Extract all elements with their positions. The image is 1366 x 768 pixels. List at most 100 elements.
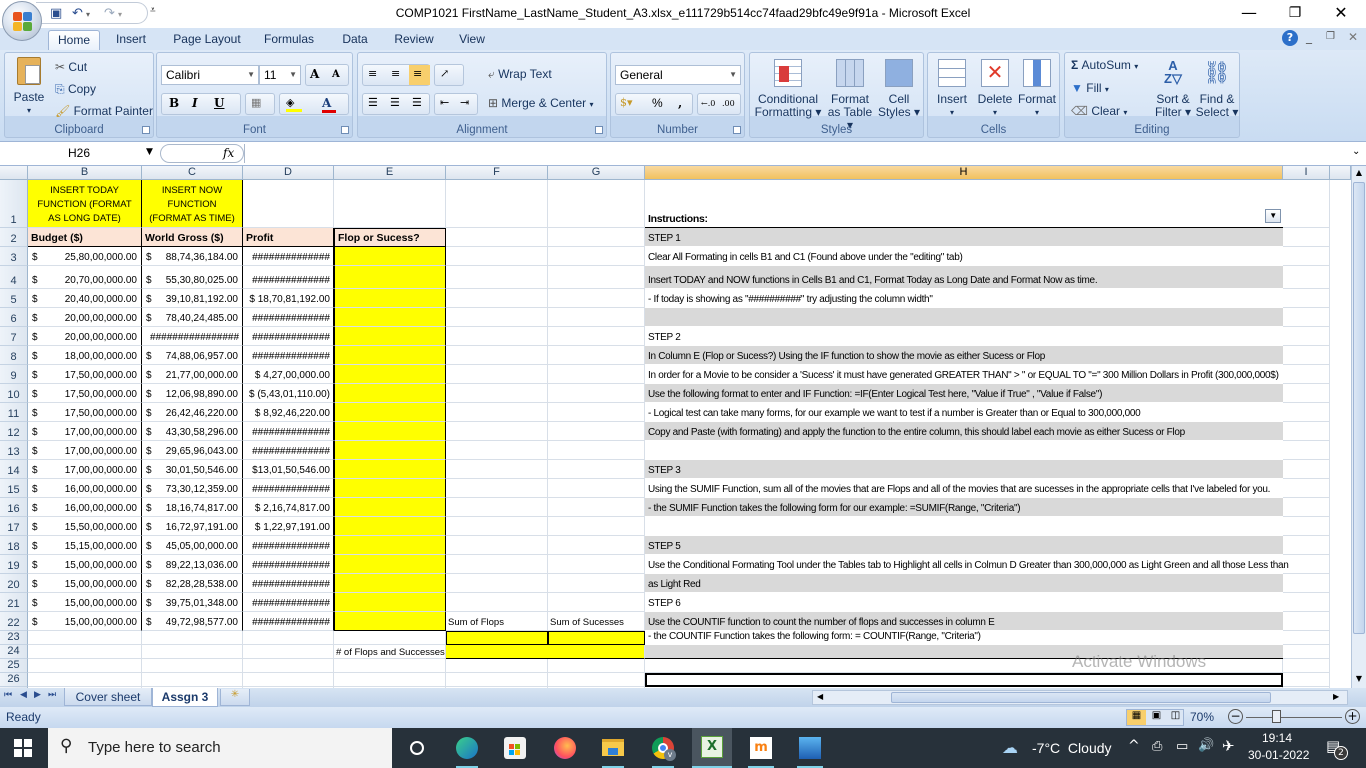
horizontal-scrollbar[interactable]: ◀ ▶ — [812, 690, 1348, 705]
vertical-scrollbar[interactable]: ▲ ▼ — [1351, 166, 1366, 688]
instruction-row[interactable]: as Light Red — [645, 574, 1283, 593]
flop-or-success-cell[interactable] — [334, 441, 446, 460]
tab-insert[interactable]: Insert — [108, 30, 154, 50]
zoom-out-icon[interactable]: − — [1228, 709, 1243, 724]
grid-cell[interactable] — [548, 659, 645, 673]
header-profit[interactable]: Profit — [243, 228, 334, 247]
world-gross-cell[interactable]: $45,05,00,000.00 — [142, 536, 243, 555]
profit-cell[interactable]: $13,01,50,546.00 — [243, 460, 334, 479]
header-flop[interactable]: Flop or Sucess? — [334, 228, 446, 247]
find-select-button[interactable]: ⛓ Find & Select ▾ — [1195, 59, 1239, 119]
grid-cell[interactable] — [548, 593, 645, 612]
instruction-row[interactable]: STEP 1 — [645, 228, 1283, 247]
world-gross-cell[interactable]: $12,06,98,890.00 — [142, 384, 243, 403]
flop-or-success-cell[interactable] — [334, 555, 446, 574]
formula-input[interactable] — [244, 144, 1350, 163]
grid-cell[interactable] — [548, 555, 645, 574]
row-header-15[interactable]: 15 — [0, 479, 28, 498]
instruction-row[interactable]: Use the following format to enter and IF… — [645, 384, 1283, 403]
profit-cell[interactable]: ############## — [243, 593, 334, 612]
grid-cell[interactable] — [446, 555, 548, 574]
profit-cell[interactable]: ############## — [243, 555, 334, 574]
sheet-tab-assgn-3[interactable]: Assgn 3 — [152, 688, 218, 707]
grid-cell[interactable] — [1283, 645, 1330, 659]
grid-cell[interactable] — [548, 460, 645, 479]
flop-or-success-cell[interactable] — [334, 517, 446, 536]
insert-sheet-icon[interactable]: ✳ — [220, 689, 250, 706]
grid-cell[interactable] — [1283, 384, 1330, 403]
count-value-cell[interactable] — [446, 645, 645, 659]
instruction-row[interactable]: STEP 5 — [645, 536, 1283, 555]
fill-color-icon[interactable]: ◈ — [286, 96, 302, 112]
fill-button[interactable]: ▼ Fill ▾ — [1071, 81, 1109, 95]
instruction-row[interactable] — [645, 308, 1283, 327]
font-name-dropdown[interactable]: Calibri ▼ — [161, 65, 259, 85]
grid-cell[interactable] — [1283, 289, 1330, 308]
tab-page-layout[interactable]: Page Layout — [168, 30, 246, 50]
world-gross-cell[interactable]: $30,01,50,546.00 — [142, 460, 243, 479]
row-header-20[interactable]: 20 — [0, 574, 28, 593]
orientation-button[interactable]: ↗ — [434, 64, 464, 86]
worksheet-grid[interactable]: B C D E F G H I 1 2 3 4 5 6 7 8 9 10 11 12 13 14 15 16 17 18 19 20 2… — [0, 166, 1351, 688]
grid-cell[interactable] — [446, 517, 548, 536]
meet-now-icon[interactable]: ⎙ — [1152, 739, 1162, 754]
column-header-c[interactable]: C — [142, 166, 243, 180]
grid-cell[interactable] — [28, 659, 142, 673]
grid-cell[interactable] — [548, 517, 645, 536]
help-icon[interactable]: ? — [1282, 30, 1298, 46]
cut-button[interactable]: ✂ Cut — [55, 60, 87, 74]
budget-cell[interactable]: $17,00,00,000.00 — [28, 441, 142, 460]
grid-cell[interactable] — [1283, 308, 1330, 327]
grid-cell[interactable] — [1283, 422, 1330, 441]
minimize-button[interactable]: — — [1226, 0, 1272, 28]
format-painter-button[interactable]: 🖌 Format Painter — [55, 104, 153, 118]
grow-font-icon[interactable]: A — [310, 67, 319, 81]
grid-cell[interactable] — [446, 403, 548, 422]
column-header-d[interactable]: D — [243, 166, 334, 180]
header-budget[interactable]: Budget ($) — [28, 228, 142, 247]
align-left-icon[interactable]: ☰ — [368, 96, 378, 109]
profit-cell[interactable]: $ 18,70,81,192.00 — [243, 289, 334, 308]
grid-cell[interactable] — [548, 536, 645, 555]
zoom-in-icon[interactable]: + — [1345, 709, 1360, 724]
budget-cell[interactable]: $17,00,00,000.00 — [28, 422, 142, 441]
selected-cell-h26[interactable] — [645, 673, 1283, 687]
format-as-table-button[interactable]: Format as Table ▾ — [824, 59, 876, 132]
photos-icon[interactable] — [795, 734, 825, 762]
instruction-row[interactable]: Use the COUNTIF function to count the nu… — [645, 612, 1283, 631]
grid-cell[interactable] — [1283, 517, 1330, 536]
grid-cell[interactable] — [548, 403, 645, 422]
flop-or-success-cell[interactable] — [334, 612, 446, 631]
grid-cell[interactable] — [1283, 612, 1330, 631]
autosum-button[interactable]: Σ AutoSum ▾ — [1071, 58, 1138, 72]
instruction-row[interactable]: - the COUNTIF Function takes the followi… — [645, 631, 1283, 645]
grid-cell[interactable] — [446, 659, 548, 673]
last-sheet-icon[interactable]: ⏭ — [48, 690, 56, 700]
grid-cell[interactable] — [334, 631, 446, 645]
flop-or-success-cell[interactable] — [334, 498, 446, 517]
grid-cell[interactable] — [548, 308, 645, 327]
grid-cell[interactable] — [548, 247, 645, 266]
grid-cell[interactable] — [1283, 555, 1330, 574]
instruction-row[interactable] — [645, 517, 1283, 536]
flop-or-success-cell[interactable] — [334, 422, 446, 441]
grid-cell[interactable] — [1283, 659, 1330, 673]
budget-cell[interactable]: $15,50,00,000.00 — [28, 517, 142, 536]
sum-of-sucesses-label[interactable]: Sum of Sucesses — [548, 612, 645, 631]
flop-or-success-cell[interactable] — [334, 308, 446, 327]
instruction-row[interactable] — [645, 441, 1283, 460]
world-gross-cell[interactable]: $26,42,46,220.00 — [142, 403, 243, 422]
profit-cell[interactable]: ############## — [243, 327, 334, 346]
expand-formula-bar-icon[interactable]: ⌄ — [1352, 146, 1360, 157]
grid-cell[interactable] — [142, 659, 243, 673]
row-header-6[interactable]: 6 — [0, 308, 28, 327]
row-header-13[interactable]: 13 — [0, 441, 28, 460]
name-box-dropdown-icon[interactable]: ▼ — [146, 147, 153, 157]
flop-or-success-cell[interactable] — [334, 365, 446, 384]
increase-indent-icon[interactable]: ⇥ — [460, 96, 469, 109]
scroll-up-icon[interactable]: ▲ — [1353, 168, 1365, 180]
shrink-font-icon[interactable]: A — [332, 69, 340, 80]
delete-cells-button[interactable]: ✕ Delete ▾ — [974, 59, 1016, 119]
align-right-icon[interactable]: ☰ — [412, 96, 422, 109]
budget-cell[interactable]: $17,00,00,000.00 — [28, 460, 142, 479]
